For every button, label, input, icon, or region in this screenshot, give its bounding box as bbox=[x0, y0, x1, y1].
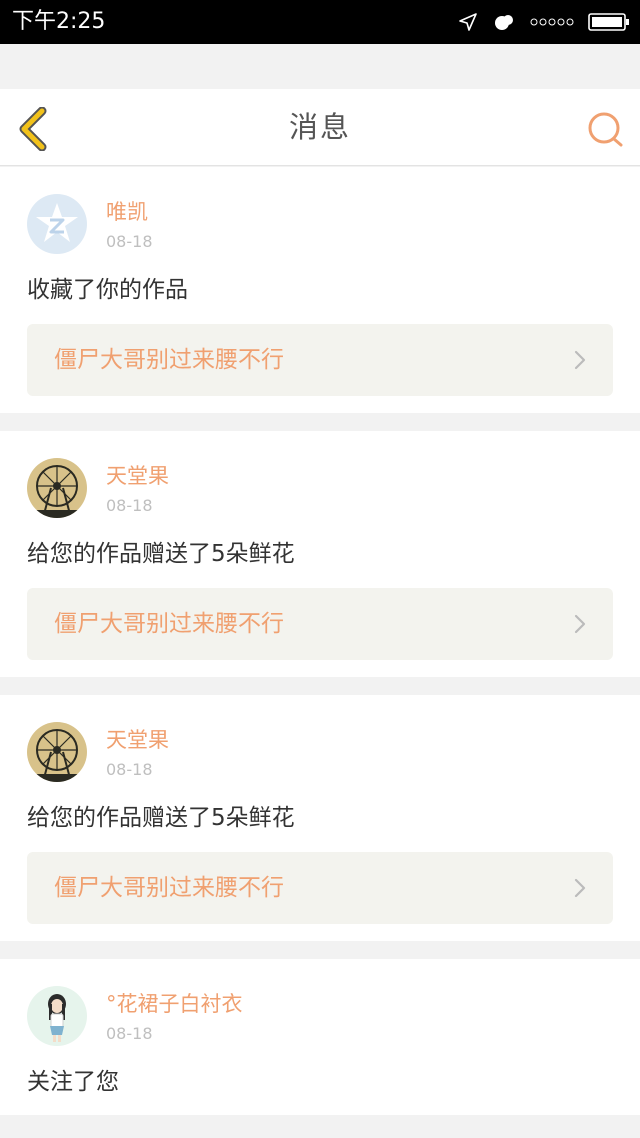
work-title: 僵尸大哥别过来腰不行 bbox=[54, 611, 284, 637]
status-time: 下午2:25 bbox=[12, 9, 106, 34]
work-title: 僵尸大哥别过来腰不行 bbox=[54, 875, 284, 901]
qq-zone-avatar-icon bbox=[27, 194, 87, 254]
message-text: 给您的作品赠送了5朵鲜花 bbox=[27, 541, 295, 567]
avatar[interactable] bbox=[27, 986, 87, 1046]
message-card: 天堂果 08-18 给您的作品赠送了5朵鲜花 僵尸大哥别过来腰不行 bbox=[0, 695, 640, 941]
chevron-right-icon bbox=[574, 878, 586, 898]
search-button[interactable] bbox=[586, 111, 626, 147]
username[interactable]: 天堂果 bbox=[106, 463, 169, 489]
username[interactable]: 天堂果 bbox=[106, 727, 169, 753]
username[interactable]: 唯凯 bbox=[106, 199, 148, 225]
signal-icon bbox=[530, 18, 574, 26]
status-bar: 下午2:25 bbox=[0, 0, 640, 44]
work-link[interactable]: 僵尸大哥别过来腰不行 bbox=[27, 588, 613, 660]
girl-avatar-icon bbox=[27, 986, 87, 1046]
message-card: 天堂果 08-18 给您的作品赠送了5朵鲜花 僵尸大哥别过来腰不行 bbox=[0, 431, 640, 677]
avatar[interactable] bbox=[27, 458, 87, 518]
message-card: 唯凯 08-18 收藏了你的作品 僵尸大哥别过来腰不行 bbox=[0, 167, 640, 413]
cloud-icon bbox=[495, 15, 513, 30]
message-text: 关注了您 bbox=[27, 1069, 119, 1095]
page-title: 消息 bbox=[288, 110, 351, 144]
message-date: 08-18 bbox=[106, 496, 153, 515]
battery-icon bbox=[588, 13, 629, 31]
work-link[interactable]: 僵尸大哥别过来腰不行 bbox=[27, 852, 613, 924]
chevron-right-icon bbox=[574, 350, 586, 370]
message-card: °花裙子白衬衣 08-18 关注了您 bbox=[0, 959, 640, 1115]
message-date: 08-18 bbox=[106, 232, 153, 251]
ferris-wheel-avatar-icon bbox=[27, 458, 87, 518]
message-text: 收藏了你的作品 bbox=[27, 277, 188, 303]
work-link[interactable]: 僵尸大哥别过来腰不行 bbox=[27, 324, 613, 396]
message-text: 给您的作品赠送了5朵鲜花 bbox=[27, 805, 295, 831]
location-icon bbox=[459, 13, 477, 31]
message-date: 08-18 bbox=[106, 760, 153, 779]
nav-bar: 消息 bbox=[0, 89, 640, 166]
avatar[interactable] bbox=[27, 194, 87, 254]
status-icons bbox=[458, 0, 630, 44]
avatar[interactable] bbox=[27, 722, 87, 782]
message-date: 08-18 bbox=[106, 1024, 153, 1043]
work-title: 僵尸大哥别过来腰不行 bbox=[54, 347, 284, 373]
chevron-right-icon bbox=[574, 614, 586, 634]
ferris-wheel-avatar-icon bbox=[27, 722, 87, 782]
username[interactable]: °花裙子白衬衣 bbox=[106, 991, 243, 1017]
